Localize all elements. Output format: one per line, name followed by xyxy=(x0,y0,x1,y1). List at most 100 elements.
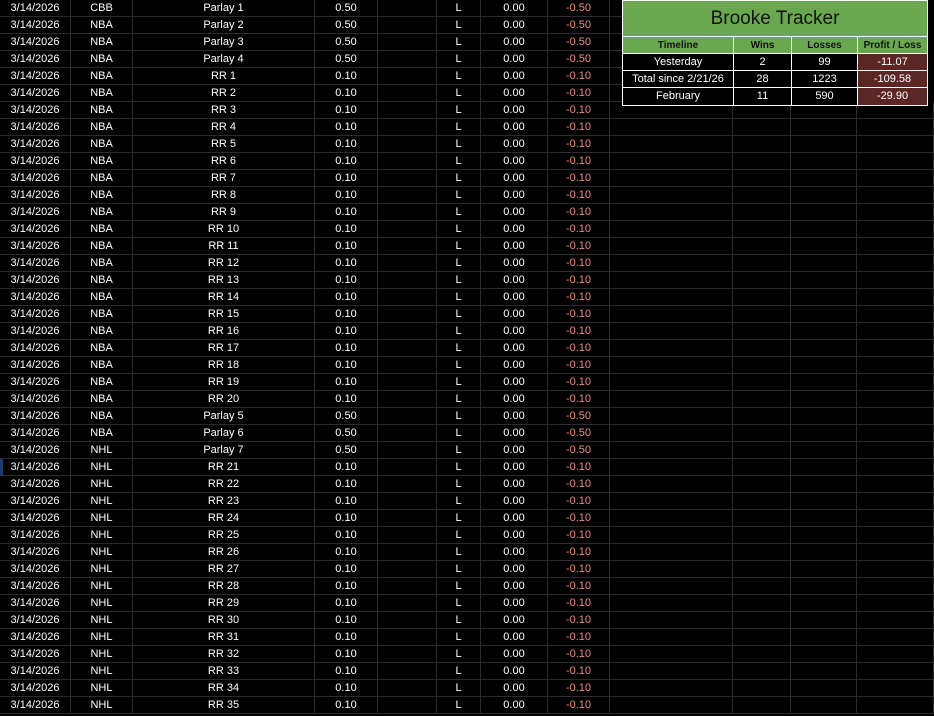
empty-cell[interactable] xyxy=(857,561,934,578)
empty-cell[interactable] xyxy=(857,476,934,493)
league-cell[interactable]: NBA xyxy=(71,136,133,153)
empty-cell[interactable] xyxy=(733,153,791,170)
stake-cell[interactable]: 0.10 xyxy=(315,153,378,170)
empty-cell[interactable] xyxy=(791,646,857,663)
empty-cell[interactable] xyxy=(378,51,437,68)
empty-cell[interactable] xyxy=(791,442,857,459)
tracker-cell-losses[interactable]: 99 xyxy=(792,54,858,71)
empty-cell[interactable] xyxy=(610,85,622,102)
empty-cell[interactable] xyxy=(378,204,437,221)
empty-cell[interactable] xyxy=(857,663,934,680)
stake-cell[interactable]: 0.10 xyxy=(315,544,378,561)
stake-cell[interactable]: 0.50 xyxy=(315,425,378,442)
empty-cell[interactable] xyxy=(378,442,437,459)
result-cell[interactable]: L xyxy=(437,646,481,663)
empty-cell[interactable] xyxy=(622,153,733,170)
empty-cell[interactable] xyxy=(733,221,791,238)
empty-cell[interactable] xyxy=(733,340,791,357)
bet-name-cell[interactable]: RR 29 xyxy=(133,595,315,612)
profit-loss-cell[interactable]: -0.10 xyxy=(548,204,610,221)
result-cell[interactable]: L xyxy=(437,136,481,153)
payout-cell[interactable]: 0.00 xyxy=(481,629,548,646)
empty-cell[interactable] xyxy=(378,238,437,255)
empty-cell[interactable] xyxy=(622,357,733,374)
profit-loss-cell[interactable]: -0.50 xyxy=(548,51,610,68)
payout-cell[interactable]: 0.00 xyxy=(481,0,548,17)
result-cell[interactable]: L xyxy=(437,306,481,323)
payout-cell[interactable]: 0.00 xyxy=(481,306,548,323)
stake-cell[interactable]: 0.50 xyxy=(315,442,378,459)
empty-cell[interactable] xyxy=(610,323,622,340)
date-cell[interactable]: 3/14/2026 xyxy=(0,493,71,510)
empty-cell[interactable] xyxy=(378,34,437,51)
bet-name-cell[interactable]: RR 3 xyxy=(133,102,315,119)
payout-cell[interactable]: 0.00 xyxy=(481,697,548,714)
stake-cell[interactable]: 0.10 xyxy=(315,289,378,306)
date-cell[interactable]: 3/14/2026 xyxy=(0,561,71,578)
empty-cell[interactable] xyxy=(622,595,733,612)
payout-cell[interactable]: 0.00 xyxy=(481,17,548,34)
stake-cell[interactable]: 0.50 xyxy=(315,34,378,51)
profit-loss-cell[interactable]: -0.10 xyxy=(548,612,610,629)
payout-cell[interactable]: 0.00 xyxy=(481,340,548,357)
empty-cell[interactable] xyxy=(733,527,791,544)
league-cell[interactable]: NBA xyxy=(71,17,133,34)
tracker-cell-profit-loss[interactable]: -29.90 xyxy=(858,88,927,105)
empty-cell[interactable] xyxy=(857,357,934,374)
league-cell[interactable]: NBA xyxy=(71,187,133,204)
result-cell[interactable]: L xyxy=(437,493,481,510)
league-cell[interactable]: NBA xyxy=(71,357,133,374)
date-cell[interactable]: 3/14/2026 xyxy=(0,255,71,272)
profit-loss-cell[interactable]: -0.50 xyxy=(548,17,610,34)
league-cell[interactable]: NBA xyxy=(71,306,133,323)
empty-cell[interactable] xyxy=(610,119,622,136)
result-cell[interactable]: L xyxy=(437,153,481,170)
empty-cell[interactable] xyxy=(857,646,934,663)
payout-cell[interactable]: 0.00 xyxy=(481,663,548,680)
profit-loss-cell[interactable]: -0.10 xyxy=(548,544,610,561)
empty-cell[interactable] xyxy=(733,629,791,646)
date-cell[interactable]: 3/14/2026 xyxy=(0,34,71,51)
date-cell[interactable]: 3/14/2026 xyxy=(0,595,71,612)
empty-cell[interactable] xyxy=(610,340,622,357)
stake-cell[interactable]: 0.10 xyxy=(315,272,378,289)
payout-cell[interactable]: 0.00 xyxy=(481,68,548,85)
empty-cell[interactable] xyxy=(378,629,437,646)
empty-cell[interactable] xyxy=(733,255,791,272)
empty-cell[interactable] xyxy=(610,0,622,17)
stake-cell[interactable]: 0.10 xyxy=(315,357,378,374)
profit-loss-cell[interactable]: -0.50 xyxy=(548,34,610,51)
empty-cell[interactable] xyxy=(610,170,622,187)
bet-name-cell[interactable]: RR 10 xyxy=(133,221,315,238)
empty-cell[interactable] xyxy=(610,663,622,680)
empty-cell[interactable] xyxy=(791,153,857,170)
empty-cell[interactable] xyxy=(857,459,934,476)
profit-loss-cell[interactable]: -0.10 xyxy=(548,102,610,119)
bet-name-cell[interactable]: RR 18 xyxy=(133,357,315,374)
profit-loss-cell[interactable]: -0.10 xyxy=(548,680,610,697)
profit-loss-cell[interactable]: -0.50 xyxy=(548,0,610,17)
empty-cell[interactable] xyxy=(378,595,437,612)
result-cell[interactable]: L xyxy=(437,340,481,357)
bet-name-cell[interactable]: RR 21 xyxy=(133,459,315,476)
league-cell[interactable]: NHL xyxy=(71,544,133,561)
bet-name-cell[interactable]: Parlay 4 xyxy=(133,51,315,68)
stake-cell[interactable]: 0.10 xyxy=(315,493,378,510)
empty-cell[interactable] xyxy=(378,68,437,85)
date-cell[interactable]: 3/14/2026 xyxy=(0,442,71,459)
empty-cell[interactable] xyxy=(378,425,437,442)
empty-cell[interactable] xyxy=(610,680,622,697)
empty-cell[interactable] xyxy=(622,272,733,289)
date-cell[interactable]: 3/14/2026 xyxy=(0,204,71,221)
payout-cell[interactable]: 0.00 xyxy=(481,272,548,289)
empty-cell[interactable] xyxy=(857,272,934,289)
empty-cell[interactable] xyxy=(610,459,622,476)
result-cell[interactable]: L xyxy=(437,578,481,595)
empty-cell[interactable] xyxy=(622,204,733,221)
empty-cell[interactable] xyxy=(378,663,437,680)
profit-loss-cell[interactable]: -0.10 xyxy=(548,323,610,340)
bet-name-cell[interactable]: RR 24 xyxy=(133,510,315,527)
date-cell[interactable]: 3/14/2026 xyxy=(0,0,71,17)
stake-cell[interactable]: 0.10 xyxy=(315,323,378,340)
empty-cell[interactable] xyxy=(857,391,934,408)
